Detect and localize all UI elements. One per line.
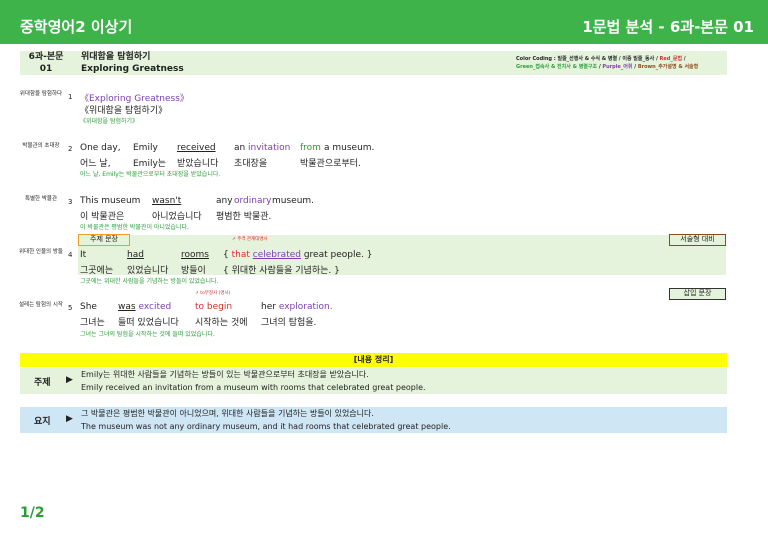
- sentence-1-number: 1: [68, 93, 73, 101]
- sentence-4-number: 4: [68, 251, 73, 259]
- sentence-4-highlight: [78, 235, 726, 249]
- s3-ko-word: 이 박물관은: [80, 212, 125, 222]
- relative-pronoun-note-text: 주격 관계대명사: [237, 237, 268, 242]
- s4-en-relative-clause: { that celebrated great people. }: [223, 250, 372, 260]
- legend-purple: Purple_어휘: [602, 64, 633, 70]
- s4-brace: {: [223, 250, 232, 260]
- s4-ko-word: 방들이: [181, 266, 206, 276]
- to-infinitive-note: ↗ to부정사 (명사): [195, 291, 231, 296]
- s3-en-word: any: [216, 196, 233, 206]
- section-title: 1문법 분석 - 6과-본문 01: [582, 18, 754, 36]
- sentence-3-number: 3: [68, 198, 73, 206]
- theme-en: Emily received an invitation from a muse…: [81, 383, 426, 392]
- sentence-5-number: 5: [68, 304, 73, 312]
- sentence-5-translation: 그녀는 그녀의 탐험을 시작하는 것에 들떠 있었습니다.: [80, 331, 215, 338]
- s2-ko-word: 박물관으로부터.: [300, 159, 361, 169]
- legend-brown: Brown_추가설명 & 서술형: [637, 64, 699, 70]
- s2-en-word: One day,: [80, 143, 121, 153]
- sentence-3-side-label: 특별한 박물관: [24, 196, 58, 202]
- s4-ko-word: 그곳에는: [80, 266, 114, 276]
- lesson-title: 위대함을 탐험하기 Exploring Greatness: [81, 51, 184, 75]
- s5-ko-word: 그녀는: [80, 318, 105, 328]
- sentence-1-ko: 《위대함을 탐험하기》: [80, 106, 168, 116]
- s4-vocab: celebrated: [252, 250, 301, 260]
- legend-sep: /: [682, 56, 686, 62]
- gist-row: 요지 ▶ 그 박물관은 평범한 박물관이 아니었으며, 위대한 사람들을 기념하…: [20, 407, 727, 433]
- gist-ko: 그 박물관은 평범한 박물관이 아니었으며, 위대한 사람들을 기념하는 방들이…: [81, 409, 374, 418]
- s4-en-antecedent: rooms: [181, 250, 209, 260]
- sentence-1-translation: 《위대함을 탐험하기》: [80, 118, 139, 125]
- s5-verb: was: [118, 302, 136, 312]
- to-infinitive-note-text: to부정사 (명사): [200, 291, 231, 296]
- s2-ko-word: 받았습니다: [177, 159, 219, 169]
- sentence-5-side-label: 설레는 탐험의 시작: [19, 302, 63, 308]
- s2-ko-word: Emily는: [133, 159, 167, 169]
- lesson-code-line1: 6과-본문: [28, 52, 64, 62]
- legend-text: Color Coding : 밑줄_선행사 & 수식 & 병렬 / 이중 밑줄_…: [516, 56, 660, 62]
- s5-vocab: excited: [138, 302, 172, 312]
- sentence-4-translation: 그곳에는 위대한 사람들을 기념하는 방들이 있었습니다.: [80, 278, 219, 285]
- topic-sentence-badge-label: 주제 문장: [78, 234, 130, 246]
- lesson-title-ko: 위대함을 탐험하기: [81, 52, 151, 62]
- sentence-2-number: 2: [68, 145, 73, 153]
- s4-ko-word: 있었습니다: [127, 266, 169, 276]
- top-bar: 중학영어2 이상기 1문법 분석 - 6과-본문 01: [0, 0, 768, 44]
- color-legend: Color Coding : 밑줄_선행사 & 수식 & 병렬 / 이중 밑줄_…: [516, 55, 698, 71]
- s5-vocab: exploration.: [278, 302, 333, 312]
- s3-ko-word: 평범한 박물관.: [216, 212, 272, 222]
- inserted-sentence-badge: 삽입 문장: [669, 288, 726, 300]
- s4-rest: great people. }: [300, 250, 373, 260]
- s5-ko-word: 그녀의 탐험을.: [261, 318, 317, 328]
- s5-ko-word: 들떠 있었습니다: [118, 318, 179, 328]
- s2-en-word: an: [234, 143, 246, 153]
- s2-en-word: a museum.: [324, 143, 375, 153]
- sentence-4-body: [78, 249, 726, 275]
- s4-en-word: It: [80, 250, 87, 260]
- s2-en-preposition: from: [300, 143, 321, 153]
- arrow-icon: ▶: [66, 414, 73, 424]
- sentence-1-side-label: 위대함을 탐험하다: [19, 91, 63, 97]
- theme-ko: Emily는 위대한 사람들을 기념하는 방들이 있는 박물관으로부터 초대장을…: [81, 370, 369, 379]
- sentence-4-side-label: 위대한 인물의 방들: [19, 249, 63, 255]
- book-title: 중학영어2 이상기: [20, 18, 133, 36]
- descriptive-prep-badge: 서술형 대비: [669, 234, 726, 246]
- legend-red: Red_문법: [659, 56, 683, 62]
- s4-en-verb: had: [127, 250, 144, 260]
- s2-en-vocab: invitation: [248, 143, 291, 153]
- s2-en-word: Emily: [133, 143, 158, 153]
- page-number: 1/2: [20, 505, 45, 521]
- lesson-code: 6과-본문 01: [20, 51, 72, 75]
- summary-title: [내용 정리]: [20, 353, 727, 367]
- sentence-2-translation: 어느 날, Emily는 박물관으로부터 초대장을 받았습니다.: [80, 171, 221, 178]
- s3-ko-word: 아니었습니다: [152, 212, 202, 222]
- lesson-title-en: Exploring Greatness: [81, 64, 184, 74]
- legend-green: Green_접속사 & 전치사 & 병렬구조: [516, 64, 598, 70]
- s5-word: her: [261, 302, 276, 312]
- s3-en-verb: wasn't: [152, 196, 182, 206]
- s5-en-verb: was excited: [118, 302, 171, 312]
- sentence-3-translation: 이 박물관은 평범한 박물관이 아니었습니다.: [80, 224, 189, 231]
- sentence-2-side-label: 박물관의 초대장: [22, 143, 60, 149]
- s2-ko-word: 초대장을: [234, 159, 268, 169]
- s4-ko-word: { 위대한 사람들을 기념하는. }: [223, 266, 340, 276]
- arrow-icon: ▶: [66, 375, 73, 385]
- s5-en-infinitive: to begin: [195, 302, 233, 312]
- s3-en-vocab: ordinary: [234, 196, 272, 206]
- s5-ko-word: 시작하는 것에: [195, 318, 248, 328]
- relative-pronoun-note: ↗ 주격 관계대명사: [232, 237, 268, 242]
- s5-en-object: her exploration.: [261, 302, 333, 312]
- s5-en-word: She: [80, 302, 97, 312]
- s4-relative-pronoun: that: [231, 250, 250, 260]
- gist-en: The museum was not any ordinary museum, …: [81, 422, 451, 431]
- lesson-code-line2: 01: [39, 64, 53, 74]
- gist-label: 요지: [34, 417, 51, 427]
- theme-label: 주제: [34, 378, 51, 388]
- s3-en-word: This museum: [80, 196, 141, 206]
- s2-ko-word: 어느 날,: [80, 159, 111, 169]
- s2-en-verb: received: [177, 143, 216, 153]
- s3-en-word: museum.: [272, 196, 315, 206]
- theme-row: 주제 ▶ Emily는 위대한 사람들을 기념하는 방들이 있는 박물관으로부터…: [20, 368, 727, 394]
